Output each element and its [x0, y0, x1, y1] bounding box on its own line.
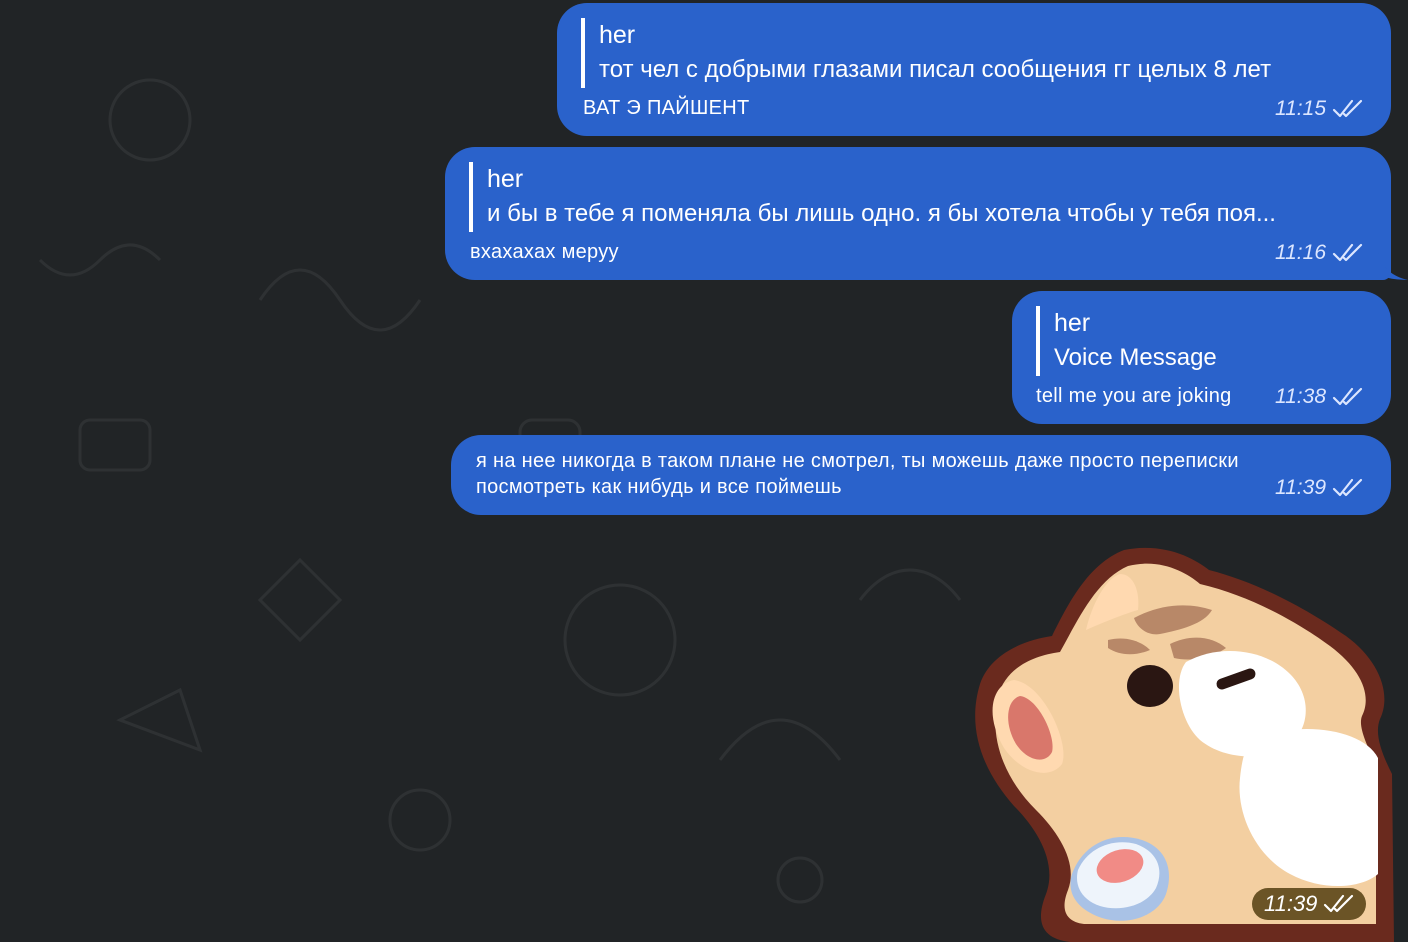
message-time: 11:39 — [1264, 891, 1318, 916]
message-text: ВАТ Э ПАЙШЕНТ — [583, 97, 750, 119]
reply-quote: тот чел с добрыми глазами писал сообщени… — [599, 56, 1272, 83]
message-text-line: посмотреть как нибудь и все поймешь — [476, 476, 842, 498]
message-text-line: я на нее никогда в таком плане не смотре… — [476, 450, 1239, 472]
message-bubble[interactable]: я на нее никогда в таком плане не смотре… — [451, 435, 1391, 515]
chat-history: her тот чел с добрыми глазами писал сооб… — [0, 0, 1408, 942]
message-meta: 11:16 — [1275, 241, 1363, 265]
message-bubble[interactable]: her тот чел с добрыми глазами писал сооб… — [557, 3, 1391, 136]
message-meta: 11:38 — [1275, 385, 1363, 409]
message-bubble[interactable]: her и бы в тебе я поменяла бы лишь одно.… — [445, 147, 1391, 280]
message-time: 11:16 — [1275, 241, 1326, 264]
cat-sticker-icon[interactable] — [974, 544, 1394, 942]
sticker-time-badge: 11:39 — [1252, 888, 1367, 920]
reply-author: her — [599, 21, 636, 49]
message-text: вхахахах меруу — [470, 241, 619, 263]
reply-author: her — [487, 165, 524, 193]
message-meta: 11:15 — [1275, 97, 1363, 121]
double-check-icon — [1332, 99, 1363, 118]
reply-quote: и бы в тебе я поменяла бы лишь одно. я б… — [487, 200, 1276, 227]
message-text: tell me you are joking — [1036, 385, 1232, 407]
double-check-icon — [1332, 243, 1363, 262]
double-check-icon — [1332, 387, 1363, 406]
message-time: 11:38 — [1275, 385, 1326, 408]
reply-preview[interactable]: her и бы в тебе я поменяла бы лишь одно.… — [469, 162, 1385, 232]
message-time: 11:39 — [1275, 476, 1326, 499]
double-check-icon — [1332, 478, 1363, 497]
reply-author: her — [1054, 309, 1091, 337]
reply-preview[interactable]: her Voice Message — [1036, 306, 1384, 376]
double-check-icon — [1324, 894, 1354, 913]
bubble-tail — [1378, 252, 1408, 280]
message-bubble[interactable]: her Voice Message tell me you are joking… — [1012, 291, 1391, 424]
reply-quote: Voice Message — [1054, 344, 1217, 371]
message-time: 11:15 — [1275, 97, 1326, 120]
reply-preview[interactable]: her тот чел с добрыми глазами писал сооб… — [581, 18, 1389, 88]
message-meta: 11:39 — [1275, 476, 1363, 500]
